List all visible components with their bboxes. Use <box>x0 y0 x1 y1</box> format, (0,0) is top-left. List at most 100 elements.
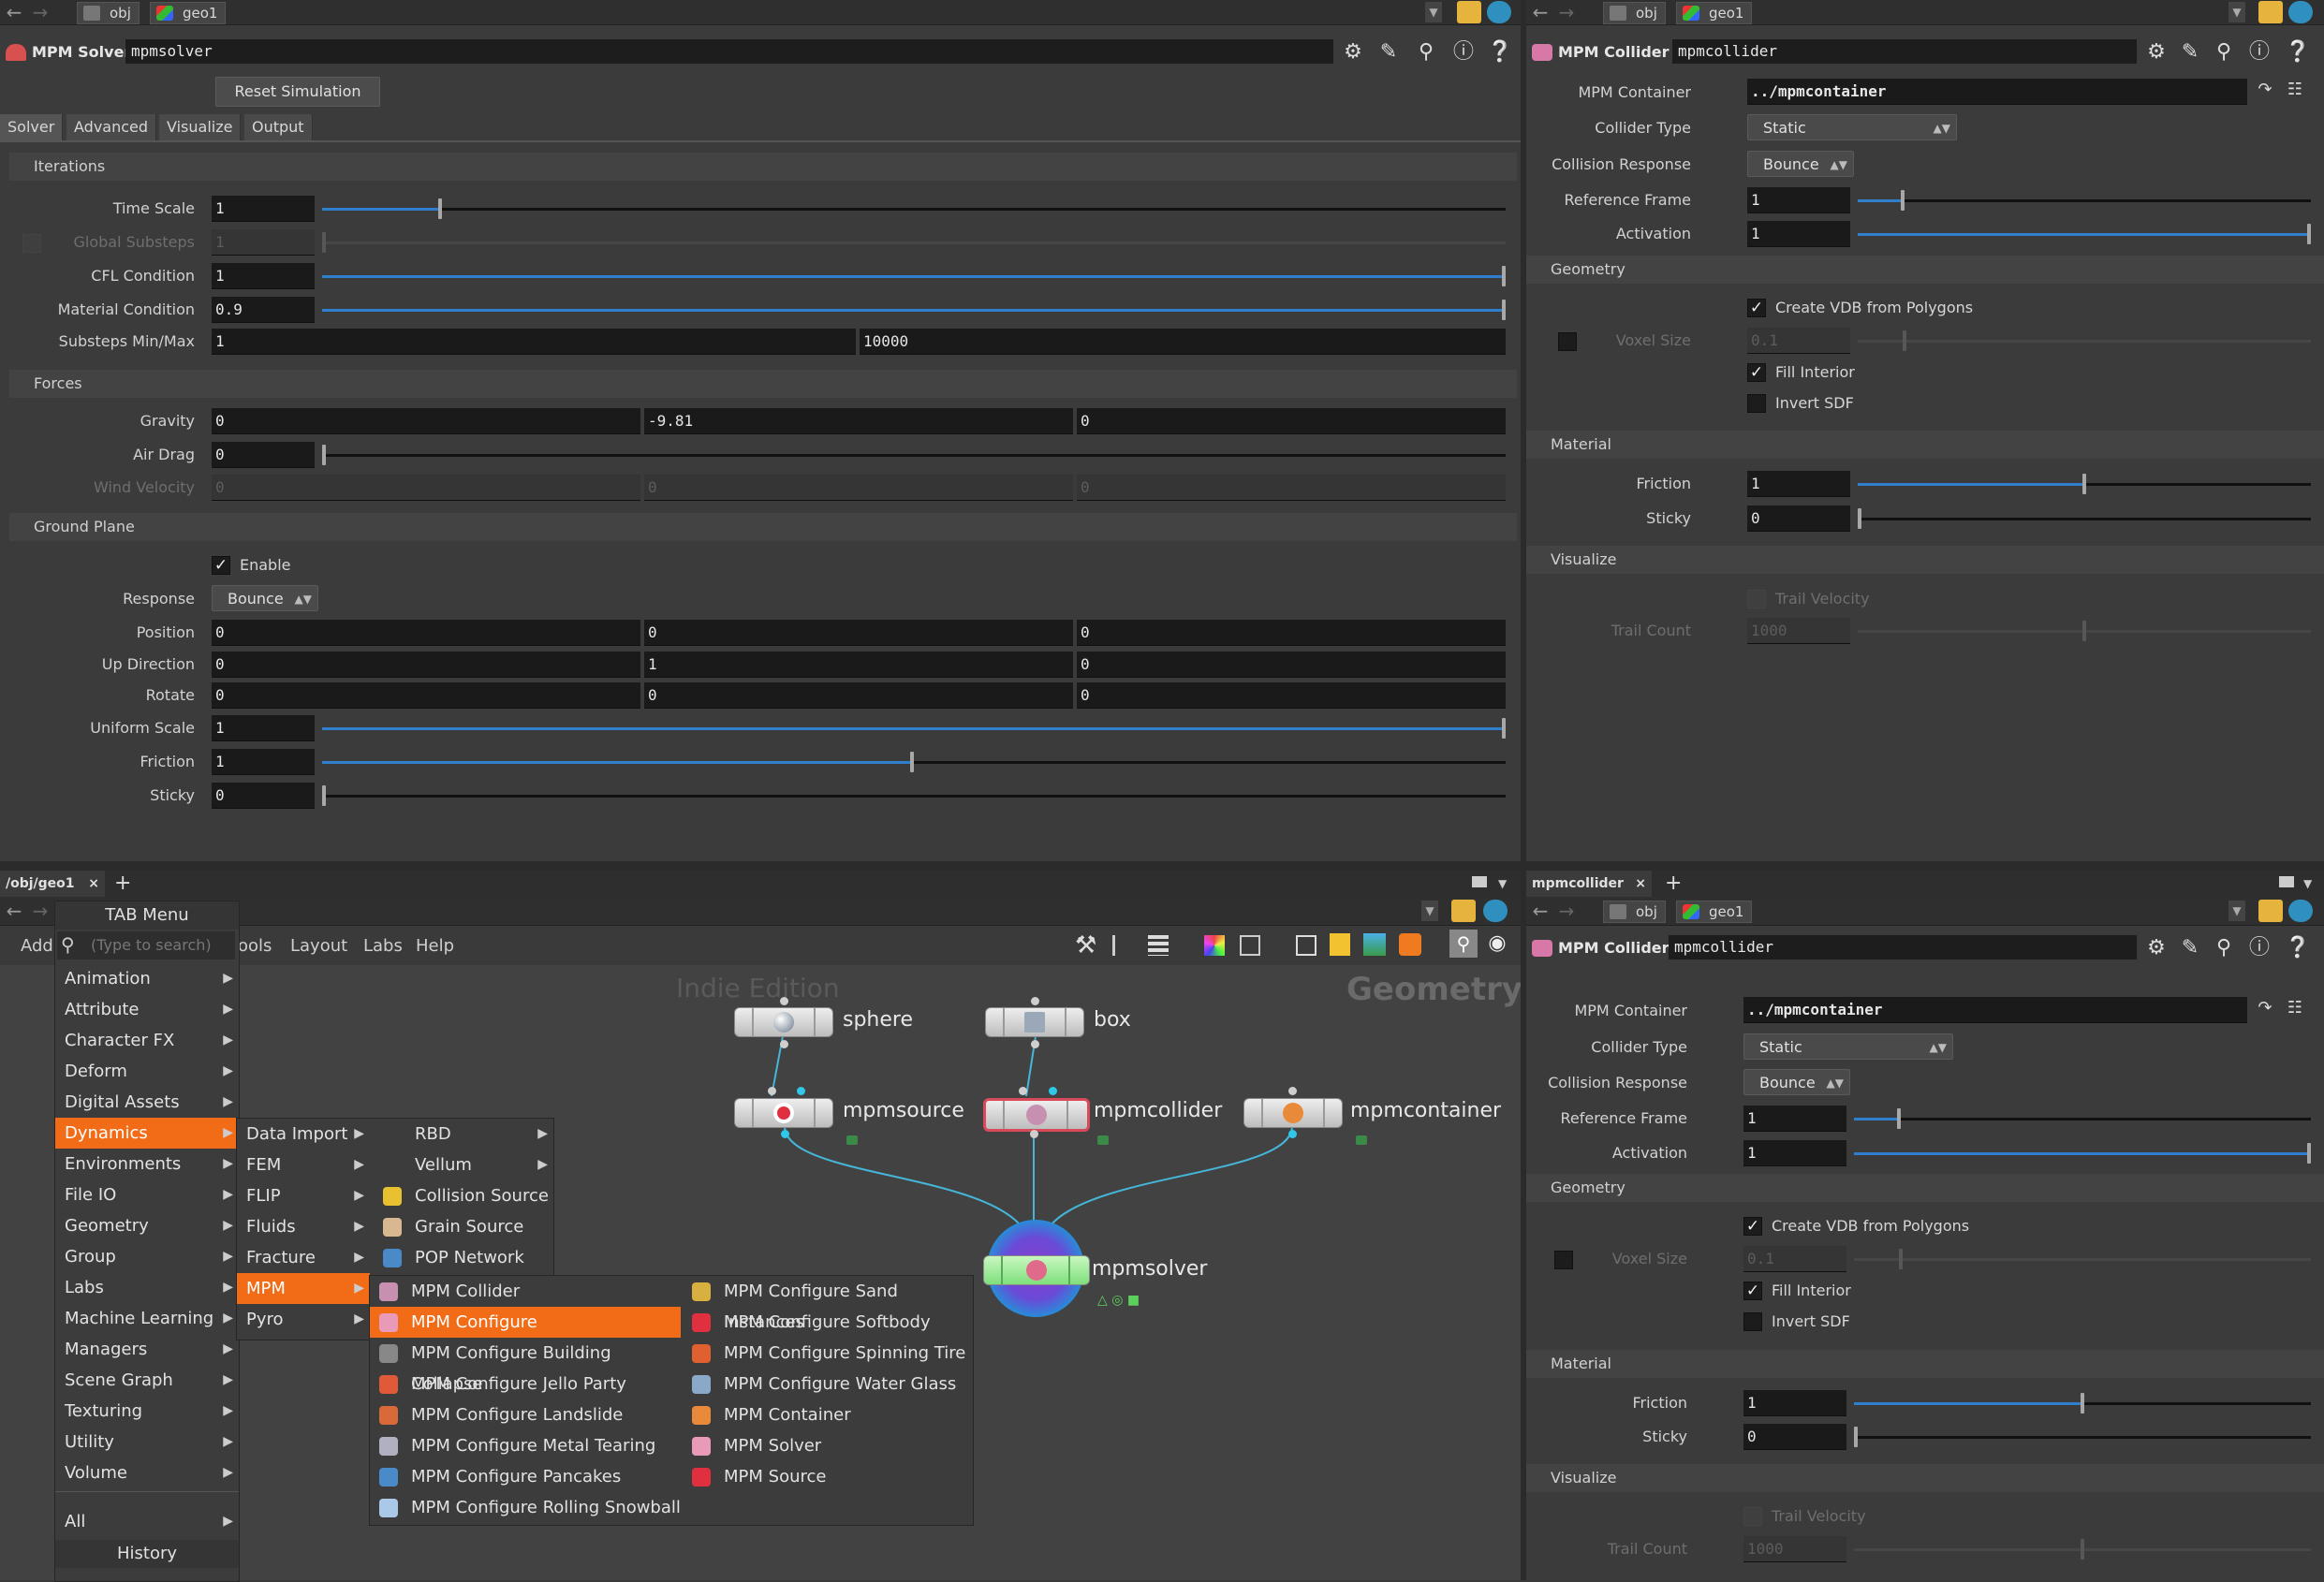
forward-arrow-icon[interactable]: → <box>1554 3 1579 22</box>
back-arrow-icon[interactable]: ← <box>2 3 26 22</box>
breadcrumb-geo[interactable]: geo1 <box>150 2 227 24</box>
box-input-port[interactable] <box>1031 997 1039 1005</box>
reset-simulation-button[interactable]: Reset Simulation <box>215 77 380 107</box>
create-vdb-checkbox[interactable]: ✓ <box>1747 299 1766 317</box>
gear-icon[interactable]: ⚙ <box>2144 40 2169 65</box>
menu-item-attribute[interactable]: Attribute ▶ <box>55 994 239 1025</box>
path-dropdown[interactable]: ▼ <box>2228 901 2245 921</box>
sticky-field[interactable]: 0 <box>212 783 315 809</box>
menu-item-fem[interactable]: FEM ▶ <box>237 1150 370 1180</box>
tab-output[interactable]: Output <box>244 114 313 140</box>
menu-item-mpm-configure-softbody[interactable]: MPM Configure Softbody <box>683 1307 973 1338</box>
menu-item-mpm-source[interactable]: MPM Source <box>683 1461 973 1492</box>
enable-checkbox[interactable]: ✓ <box>212 556 230 575</box>
wrench-icon[interactable]: ⚒ <box>1075 931 1096 959</box>
section-visualize[interactable]: Visualize <box>1526 546 2324 574</box>
substeps-min-field[interactable]: 1 <box>212 329 856 355</box>
menu-item-mpm[interactable]: MPM ▶ <box>237 1273 370 1304</box>
pane-layout-icon[interactable] <box>1472 876 1487 887</box>
substeps-max-field[interactable]: 10000 <box>860 329 1506 355</box>
back-arrow-icon[interactable]: ← <box>1528 901 1552 920</box>
pane-divider-horizontal[interactable] <box>0 861 2324 871</box>
menu-item-fracture[interactable]: Fracture ▶ <box>237 1242 370 1273</box>
section-material[interactable]: Material <box>1526 1350 2324 1378</box>
brush-icon[interactable]: ✎ <box>2178 40 2202 65</box>
link-icon[interactable] <box>1483 900 1508 922</box>
menu-item-environments[interactable]: Environments ▶ <box>55 1149 239 1179</box>
menu-item-utility[interactable]: Utility ▶ <box>55 1427 239 1457</box>
breadcrumb-geo[interactable]: geo1 <box>1676 901 1753 923</box>
tree-icon[interactable] <box>1112 935 1134 956</box>
fill-interior-checkbox[interactable]: ✓ <box>1747 363 1766 382</box>
menu-item-managers[interactable]: Managers ▶ <box>55 1334 239 1365</box>
menu-help[interactable]: Help <box>416 936 454 956</box>
node-box[interactable] <box>985 1007 1084 1037</box>
invert-sdf-checkbox[interactable] <box>1747 394 1766 413</box>
collider-input-port-1[interactable] <box>1019 1087 1027 1095</box>
material-condition-field[interactable]: 0.9 <box>212 297 315 323</box>
section-geometry[interactable]: Geometry <box>1526 1174 2324 1202</box>
menu-item-mpm-configure-landslide[interactable]: MPM Configure Landslide <box>370 1399 681 1430</box>
container-field[interactable]: ../mpmcontainer <box>1743 997 2247 1023</box>
info-icon[interactable]: ⓘ <box>1451 40 1476 65</box>
node-mpmsource[interactable] <box>734 1098 833 1128</box>
source-output-port[interactable] <box>781 1130 789 1138</box>
help-icon[interactable]: ❔ <box>1487 40 1512 65</box>
node-name-field[interactable]: mpmsolver <box>125 39 1333 64</box>
rotate-x-field[interactable]: 0 <box>212 682 640 709</box>
link-icon[interactable] <box>1487 1 1511 23</box>
activation-field[interactable]: 1 <box>1747 221 1850 247</box>
collider-type-menu[interactable]: Static ▲▼ <box>1743 1033 1953 1060</box>
back-arrow-icon[interactable]: ← <box>2 901 26 920</box>
section-geometry[interactable]: Geometry <box>1526 256 2324 284</box>
time-scale-slider[interactable] <box>322 198 1506 219</box>
uniform-scale-field[interactable]: 1 <box>212 715 315 741</box>
list-icon[interactable] <box>1148 935 1169 956</box>
friction-field[interactable]: 1 <box>212 749 315 775</box>
forward-arrow-icon[interactable]: → <box>28 3 52 22</box>
menu-item-all[interactable]: All ▶ <box>55 1506 239 1537</box>
gravity-y-field[interactable]: -9.81 <box>644 408 1073 434</box>
collider-type-menu[interactable]: Static ▲▼ <box>1747 114 1957 140</box>
zoom-icon[interactable]: ⚲ <box>1449 930 1478 958</box>
section-forces[interactable]: Forces <box>9 370 1517 398</box>
up-direction-z-field[interactable]: 0 <box>1077 652 1506 678</box>
menu-item-deform[interactable]: Deform ▶ <box>55 1056 239 1087</box>
menu-item-dynamics[interactable]: Dynamics ▶ <box>55 1118 239 1149</box>
menu-item-mpm-configure-rolling-snowball[interactable]: MPM Configure Rolling Snowball <box>370 1492 681 1523</box>
menu-item-mpm-container[interactable]: MPM Container <box>683 1399 973 1430</box>
menu-item-fluids[interactable]: Fluids ▶ <box>237 1211 370 1242</box>
friction-field[interactable]: 1 <box>1747 471 1850 497</box>
reference-frame-slider[interactable] <box>1858 190 2311 211</box>
source-input-port-1[interactable] <box>768 1087 776 1095</box>
info-icon[interactable]: ⓘ <box>2247 936 2272 960</box>
container-field[interactable]: ../mpmcontainer <box>1747 79 2247 105</box>
menu-item-labs[interactable]: Labs ▶ <box>55 1272 239 1303</box>
menu-item-mpm-configure-jello-party[interactable]: MPM Configure Jello Party <box>370 1369 681 1399</box>
node-name-field[interactable]: mpmcollider <box>1669 935 2137 959</box>
air-drag-field[interactable]: 0 <box>212 442 315 468</box>
breadcrumb-obj[interactable]: obj <box>1603 901 1666 923</box>
menu-add[interactable]: Add <box>21 936 53 956</box>
box-output-port[interactable] <box>1031 1040 1039 1048</box>
menu-item-data-import[interactable]: Data Import ▶ <box>237 1119 370 1150</box>
collision-response-menu[interactable]: Bounce ▲▼ <box>1743 1069 1850 1095</box>
up-direction-y-field[interactable]: 1 <box>644 652 1073 678</box>
close-icon[interactable]: × <box>1635 871 1646 897</box>
menu-item-character-fx[interactable]: Character FX ▶ <box>55 1025 239 1056</box>
menu-item-mpm-configure-pancakes[interactable]: MPM Configure Pancakes <box>370 1461 681 1492</box>
search-icon[interactable]: ⚲ <box>1414 40 1438 65</box>
menu-item-vellum[interactable]: Vellum ▶ <box>374 1150 553 1180</box>
container-output-port[interactable] <box>1288 1130 1297 1138</box>
search-icon[interactable]: ⚲ <box>2212 936 2236 960</box>
collider-output-port[interactable] <box>1030 1130 1038 1138</box>
node-chooser-icon[interactable]: ☷ <box>2283 996 2307 1020</box>
air-drag-slider[interactable] <box>322 445 1506 465</box>
brush-icon[interactable]: ✎ <box>2178 936 2202 960</box>
sticky-field[interactable]: 0 <box>1747 505 1850 532</box>
section-visualize[interactable]: Visualize <box>1526 1464 2324 1492</box>
menu-item-scene-graph[interactable]: Scene Graph ▶ <box>55 1365 239 1396</box>
pin-icon[interactable] <box>1451 900 1476 922</box>
eye-icon[interactable]: ◉ <box>1483 930 1511 958</box>
gravity-z-field[interactable]: 0 <box>1077 408 1506 434</box>
